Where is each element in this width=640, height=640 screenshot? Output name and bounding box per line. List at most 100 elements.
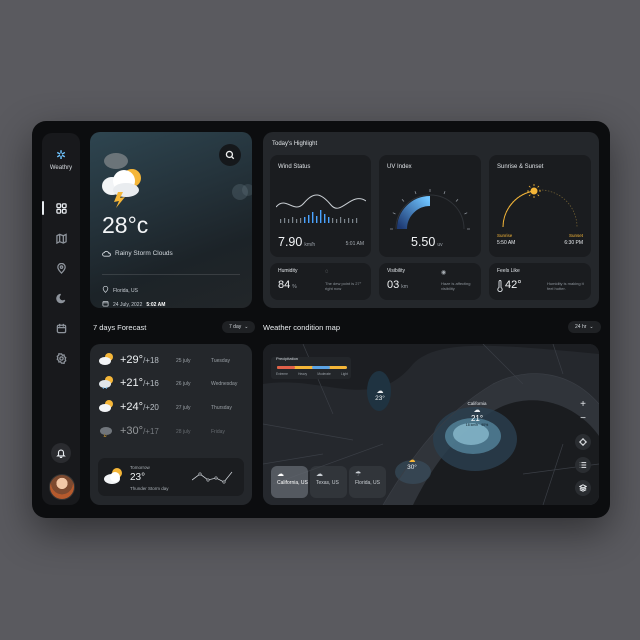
notification-button[interactable] (51, 443, 71, 463)
forecast-temp-row: +30°/+17 (120, 425, 159, 437)
sidebar-item-dashboard[interactable] (42, 198, 80, 218)
forecast-row[interactable]: +30°/+17 28 july Friday (98, 421, 244, 441)
marker-temp: 30° (407, 464, 417, 471)
uv-value: 5.50 (411, 235, 436, 249)
feels-label: Feels Like (497, 268, 520, 274)
legend-levels: Extreme Heavy Moderate Light (276, 372, 348, 376)
current-temperature: 28°c (102, 212, 149, 238)
sunrise-time: 5:50 AM (497, 240, 516, 246)
location-pin-icon (56, 262, 66, 274)
crosshair-icon (579, 438, 587, 446)
marker-wind: 18 km/h (465, 423, 479, 427)
humidity-value: 84 (278, 279, 291, 291)
sunset-time: 6:30 PM (564, 240, 583, 246)
search-button[interactable] (219, 144, 241, 166)
layers-icon (579, 484, 587, 492)
visibility-note: Haze is affecting visibility (441, 281, 471, 291)
forecast-low: /+16 (143, 379, 159, 388)
logo[interactable]: ✲ Weathry (42, 149, 80, 171)
humidity-label: Humidity (278, 268, 298, 274)
forecast-panel: +29°/+18 25 july Tuesday +21°/+16 26 july Wed… (90, 344, 252, 505)
forecast-row[interactable]: +29°/+18 25 july Tuesday (98, 350, 244, 370)
list-view-button[interactable] (575, 457, 591, 473)
humidity-value-row: 84% (278, 279, 297, 291)
sidebar-item-settings[interactable] (42, 348, 80, 368)
marker-temp: 21° (470, 414, 484, 423)
avatar[interactable] (49, 474, 75, 500)
sidebar-item-theme[interactable] (42, 288, 80, 308)
umbrella-icon: ☂ (355, 471, 362, 478)
sidebar-item-calendar[interactable] (42, 318, 80, 338)
bell-icon (56, 449, 66, 458)
uv-value-row: 5.50 uv (411, 235, 443, 249)
weather-icon (99, 353, 113, 365)
feels-like-card: Feels Like 42° Humidity is making it fee… (489, 263, 591, 300)
moon-icon (55, 293, 65, 303)
forecast-low: /+18 (143, 356, 159, 365)
droplet-icon: ◌ (325, 269, 329, 275)
wind-value-row: 7.90 km/h (278, 235, 315, 249)
highlight-panel: Today's Highlight Wind Status 7.90 km/h … (263, 132, 599, 308)
location-chip[interactable]: ☁ California, US (271, 466, 308, 498)
visibility-card: Visibility 03 km ◉ Haze is affecting visi… (379, 263, 481, 300)
humidity-card: Humidity 84% ◌ The dew point is 27° righ… (270, 263, 371, 300)
chip-name: Florida, US (355, 480, 381, 486)
wind-status-card: Wind Status 7.90 km/h 5:01 AM (270, 155, 371, 257)
sun-arc (502, 184, 578, 228)
tomorrow-card[interactable]: Tomorrow 23° Thunder Storm day (98, 458, 244, 496)
forecast-low: /+20 (143, 403, 159, 412)
marker-stats: 18 km/h 90% (457, 423, 497, 427)
current-date: 24 July, 2022 (113, 301, 143, 308)
forecast-temp: +21° (120, 377, 144, 389)
forecast-temp-row: +29°/+18 (120, 354, 159, 366)
tomorrow-temp: 23° (130, 472, 146, 483)
sunrise-sunset-card: Sunrise & Sunset Sunrise 5:50 AM Sunset … (489, 155, 591, 257)
sidebar-item-map[interactable] (42, 228, 80, 248)
app-name: Weathry (49, 165, 73, 171)
forecast-temp: +30° (120, 425, 144, 437)
forecast-range-select[interactable]: 7 day ⌄ (222, 321, 256, 333)
weather-map[interactable]: Precipitation Extreme Heavy Moderate Lig… (263, 344, 599, 505)
legend-level: Moderate (317, 372, 331, 376)
search-icon (225, 150, 235, 160)
visibility-label: Visibility (387, 268, 405, 274)
sidebar: ✲ Weathry (42, 133, 80, 505)
forecast-row[interactable]: +21°/+16 26 july Wednesday (98, 373, 244, 393)
forecast-range: 7 day (229, 324, 242, 330)
marker-temp: 23° (375, 395, 385, 402)
location-chip[interactable]: ☁ Texas, US (310, 466, 347, 498)
layers-button[interactable] (575, 480, 591, 496)
locate-button[interactable] (575, 434, 591, 450)
wind-time: 5:01 AM (345, 241, 364, 247)
highlight-title: Today's Highlight (272, 141, 318, 147)
forecast-temp-row: +24°/+20 (120, 401, 159, 413)
wind-value: 7.90 (278, 235, 303, 249)
map-range-select[interactable]: 24 hr ⌄ (568, 321, 601, 333)
feels-note: Humidity is making it feel hotter. (547, 281, 584, 291)
map-marker-california[interactable]: California ☁ 21° 18 km/h 90% (457, 401, 497, 427)
current-location: Florida, US (113, 287, 139, 294)
weather-icon (100, 427, 112, 437)
calendar-icon (56, 323, 66, 333)
map-marker[interactable]: ☁ 23° (369, 387, 391, 402)
sunset-label: Sunset (568, 233, 583, 238)
current-condition-row: Rainy Storm Clouds (102, 250, 173, 257)
map-marker[interactable]: ☁ 30° (401, 456, 423, 471)
wind-wave-graph (276, 194, 366, 223)
forecast-low: /+17 (143, 427, 159, 436)
eye-icon: ◉ (441, 270, 447, 276)
sidebar-item-location[interactable] (42, 258, 80, 278)
forecast-temp: +29° (120, 354, 144, 366)
app-window: ✲ Weathry 28°c Rainy Storm Clouds Florid… (32, 121, 610, 518)
zoom-out-button[interactable]: − (575, 410, 591, 426)
forecast-temp-row: +21°/+16 (120, 377, 159, 389)
chip-name: California, US (277, 480, 308, 486)
forecast-row[interactable]: +24°/+20 27 july Thursday (98, 397, 244, 417)
sun-label: Sunrise & Sunset (497, 164, 544, 170)
forecast-title: 7 days Forecast (93, 323, 147, 332)
uv-label: UV Index (387, 164, 412, 170)
location-chip[interactable]: ☂ Florida, US (349, 466, 386, 498)
legend-level: Extreme (276, 372, 288, 376)
cloud-icon: ☁ (473, 407, 481, 414)
humidity-unit: % (292, 284, 297, 290)
